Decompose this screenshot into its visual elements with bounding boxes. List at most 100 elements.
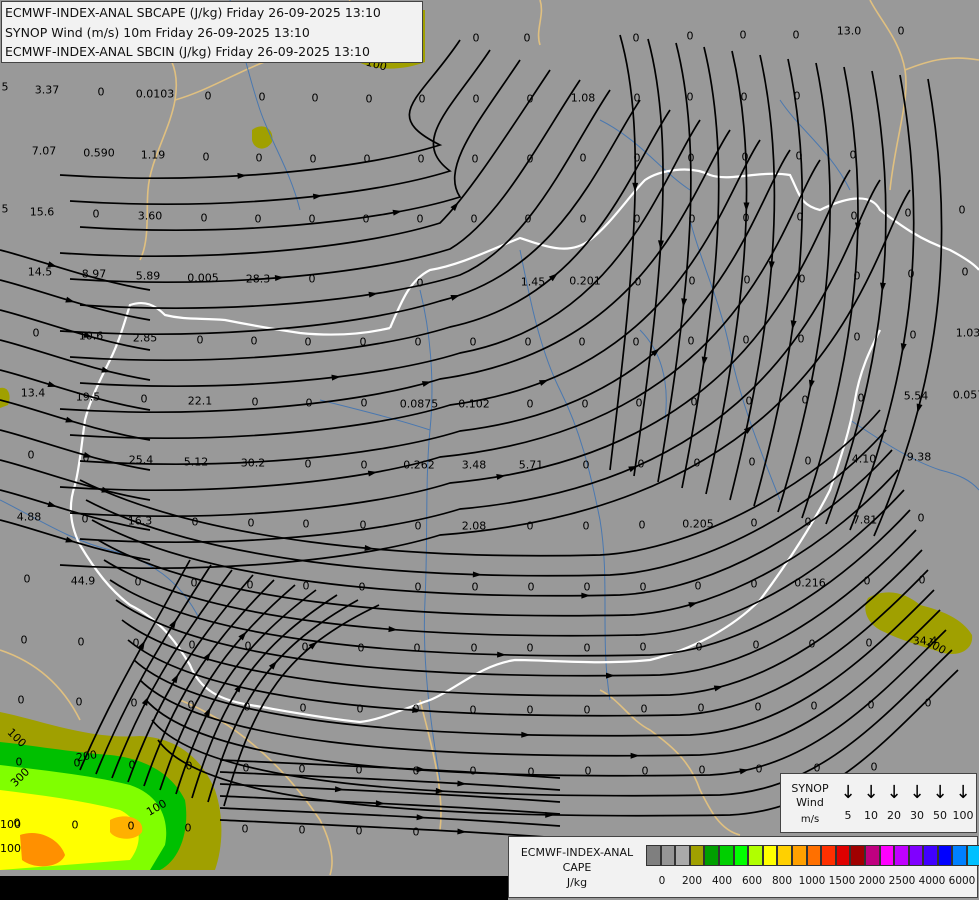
cape-value-label: 0 (526, 152, 534, 166)
cape-value-label: 0 (356, 702, 364, 716)
cape-value-label: 3.60 (137, 209, 163, 223)
cape-value-label: 0 (308, 212, 316, 226)
streamline-arrowhead (457, 780, 467, 787)
cape-legend-swatch (675, 845, 690, 866)
cape-value-label: 0 (698, 763, 706, 777)
cape-value-label: 0 (304, 457, 312, 471)
cape-value-label: 0 (740, 90, 748, 104)
title-line-cape: ECMWF-INDEX-ANAL SBCAPE (J/kg) Friday 26… (5, 5, 381, 20)
cape-legend-swatches (646, 845, 979, 866)
streamline-arrowhead (790, 320, 797, 330)
streamline-arrowhead (630, 752, 640, 759)
cape-value-label: 0 (581, 397, 589, 411)
cape-value-label: 0 (739, 28, 747, 42)
cape-value-label: 4.10 (851, 452, 877, 466)
cape-value-label: 0 (583, 641, 591, 655)
cape-value-label: 0 (639, 580, 647, 594)
cape-value-label: 0 (527, 765, 535, 779)
streamline (777, 62, 832, 513)
cape-value-label: 0 (302, 579, 310, 593)
cape-legend-swatch (704, 845, 719, 866)
cape-value-label: 0 (693, 456, 701, 470)
cape-value-label: 0 (472, 92, 480, 106)
cape-value-label: 0 (32, 326, 40, 340)
arrow-down-icon: ↓ (863, 782, 879, 803)
cape-value-label: 0 (909, 328, 917, 342)
cape-legend-tick: 1500 (828, 875, 856, 887)
cape-value-label: 0 (870, 760, 878, 774)
cape-area-spot (252, 126, 273, 149)
cape-value-label: 0 (81, 512, 89, 526)
cape-value-label: 0 (687, 334, 695, 348)
cape-value-label: 0 (583, 580, 591, 594)
rivers (0, 0, 979, 781)
streamline (657, 42, 692, 483)
cape-value-label: 0 (742, 333, 750, 347)
arrow-down-icon: ↓ (840, 782, 856, 803)
cape-legend-swatch (806, 845, 822, 866)
cape-value-label: 0 (743, 273, 751, 287)
wind-legend-item: ↓ 100 (951, 780, 975, 828)
cape-legend-tick: 800 (771, 875, 793, 887)
cape-legend-swatch (879, 845, 895, 866)
streamline (59, 189, 911, 569)
cape-value-label: 0 (414, 335, 422, 349)
cape-value-label: 0 (526, 92, 534, 106)
cape-value-label: 0 (298, 762, 306, 776)
cape-value-label: 25.4 (128, 453, 154, 467)
cape-value-label: 0 (130, 696, 138, 710)
wind-legend-title-line2: Wind (796, 796, 824, 809)
cape-value-label: 0 (243, 700, 251, 714)
cape-value-label: 0 (360, 458, 368, 472)
cape-legend-unit: J/kg (566, 876, 588, 889)
cape-value-label: 0.0875 (399, 397, 439, 411)
cape-value-label: 0 (640, 702, 648, 716)
cape-value-label: 0.0574 (952, 388, 979, 402)
cape-value-label: 44.9 (70, 574, 96, 588)
cape-value-label: 0 (414, 519, 422, 533)
streamline (633, 38, 664, 477)
cape-value-label: 0 (863, 574, 871, 588)
cape-value-label: 34.4 (912, 634, 938, 648)
streamline-arrowhead (688, 602, 698, 608)
streamline (121, 549, 923, 697)
bottom-black-bar (0, 876, 508, 900)
cape-value-label: 0 (635, 396, 643, 410)
wind-legend-value: 50 (933, 809, 947, 822)
wind-legend: SYNOP Wind m/s ↓ 5 ↓ 10 ↓ 20 ↓ 30 ↓ 50 ↓ 100 (780, 773, 977, 833)
wind-legend-item: ↓ 30 (905, 780, 929, 828)
cape-value-label: 5.12 (183, 455, 209, 469)
cape-value-label: 0 (304, 335, 312, 349)
cape-value-label: 28.3 (245, 272, 271, 286)
cape-legend-title-line1: ECMWF-INDEX-ANAL (520, 846, 634, 859)
wind-legend-unit: m/s (800, 814, 820, 825)
cape-value-label: 0 (204, 89, 212, 103)
cape-value-label: 0 (412, 764, 420, 778)
cape-value-label: 0 (523, 31, 531, 45)
cape-value-label: 0 (132, 636, 140, 650)
streamline-arrowhead (334, 786, 345, 793)
cape-legend-title: ECMWF-INDEX-ANAL CAPE J/kg (511, 845, 643, 890)
cape-value-label: 0 (907, 267, 915, 281)
cape-value-label: 0 (638, 518, 646, 532)
streamline-arrowhead (65, 416, 75, 423)
cape-value-label: 0 (417, 152, 425, 166)
cape-value-label: 0 (412, 825, 420, 839)
cape-value-label: 0 (258, 90, 266, 104)
cape-legend-swatch (864, 845, 880, 866)
wind-legend-value: 100 (952, 809, 974, 822)
cape-value-label: 0 (299, 701, 307, 715)
streamline (873, 78, 943, 537)
cape-value-label: 0 (686, 29, 694, 43)
cape-value-label: 0 (633, 212, 641, 226)
streamline (753, 58, 804, 507)
cape-value-label: 0 (804, 454, 812, 468)
cape-value-label: 10.6 (78, 329, 104, 343)
cape-value-label: 0 (362, 212, 370, 226)
cape-legend-tick: 400 (711, 875, 733, 887)
weather-map: 100 100 100 200 300 100 100 100 0 0 0 0 0 0 13… (0, 0, 979, 900)
cape-legend-swatch (660, 845, 676, 866)
cape-value-label: 0 (748, 455, 756, 469)
cape-legend-swatch (689, 845, 705, 866)
cape-value-label: 0 (632, 31, 640, 45)
